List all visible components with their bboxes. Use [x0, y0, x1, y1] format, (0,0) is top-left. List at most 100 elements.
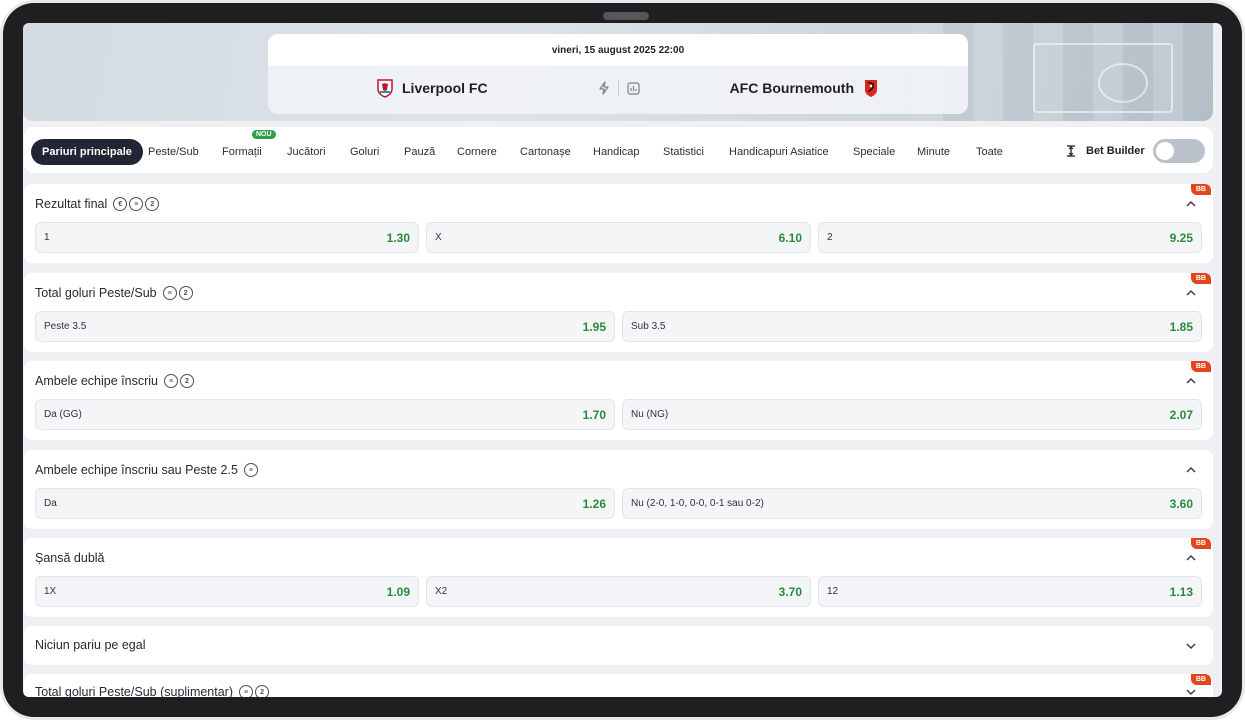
tab-pauza[interactable]: Pauză	[404, 139, 435, 165]
match-date: vineri, 15 august 2025 22:00	[268, 34, 968, 66]
tab-cornere[interactable]: Cornere	[457, 139, 497, 165]
tab-handicap[interactable]: Handicap	[593, 139, 639, 165]
home-team-name: Liverpool FC	[402, 80, 488, 96]
odd-label: 1	[44, 232, 50, 243]
market-niciun-pariu-pe-egal[interactable]: Niciun pariu pe egal	[24, 626, 1213, 665]
market-header[interactable]: Total goluri Peste/Sub ≡ 2	[35, 286, 193, 300]
lightning-icon[interactable]	[598, 81, 610, 95]
odd-value: 1.26	[582, 496, 606, 511]
market-title: Total goluri Peste/Sub	[35, 286, 157, 300]
odd-button[interactable]: Da 1.26	[35, 488, 615, 519]
market-header[interactable]: Rezultat final € ≡ 2	[35, 197, 160, 211]
chevron-up-icon[interactable]	[1185, 375, 1197, 387]
toggle-knob	[1155, 142, 1174, 160]
market-title: Total goluri Peste/Sub (suplimentar)	[35, 685, 234, 697]
bet-builder-badge: BB	[1190, 184, 1211, 195]
chevron-up-icon[interactable]	[1185, 287, 1197, 299]
odd-button[interactable]: X2 3.70	[426, 576, 811, 607]
tab-minute[interactable]: Minute	[917, 139, 950, 165]
odd-button[interactable]: Sub 3.5 1.85	[622, 311, 1202, 342]
odd-button[interactable]: 1 1.30	[35, 222, 419, 253]
odd-button[interactable]: Nu (NG) 2.07	[622, 399, 1202, 430]
market-ambele-sau-peste: Ambele echipe înscriu sau Peste 2.5 ≡ Da…	[24, 450, 1213, 529]
bet-builder-badge: BB	[1190, 674, 1211, 685]
chevron-down-icon[interactable]	[1185, 640, 1197, 652]
market-header[interactable]: Ambele echipe înscriu sau Peste 2.5 ≡	[35, 463, 258, 477]
odd-button[interactable]: Da (GG) 1.70	[35, 399, 615, 430]
market-title: Ambele echipe înscriu	[35, 374, 158, 388]
market-title: Ambele echipe înscriu sau Peste 2.5	[35, 463, 238, 477]
odd-button[interactable]: Peste 3.5 1.95	[35, 311, 615, 342]
market-total-goluri: BB Total goluri Peste/Sub ≡ 2 Peste 3.5 …	[24, 273, 1213, 352]
bet-builder-badge: BB	[1190, 273, 1211, 284]
market-header[interactable]: Ambele echipe înscriu ≡ 2	[35, 374, 194, 388]
speaker-grille	[603, 12, 649, 20]
chevron-up-icon[interactable]	[1185, 464, 1197, 476]
odd-label: 12	[827, 586, 839, 597]
tab-pariuri-principale[interactable]: Pariuri principale	[31, 139, 143, 165]
odd-label: X	[435, 232, 442, 243]
two-up-icon: 2	[178, 286, 193, 300]
odd-value: 1.85	[1169, 319, 1193, 334]
odd-button[interactable]: 2 9.25	[818, 222, 1202, 253]
tab-jucatori[interactable]: Jucători	[287, 139, 326, 165]
tab-speciale[interactable]: Speciale	[853, 139, 895, 165]
bet-builder-label: Bet Builder	[1086, 145, 1145, 157]
odd-label: Nu (2-0, 1-0, 0-0, 0-1 sau 0-2)	[631, 498, 764, 509]
odd-value: 3.60	[1169, 496, 1193, 511]
chevron-up-icon[interactable]	[1185, 552, 1197, 564]
tab-statistici[interactable]: Statistici	[663, 139, 704, 165]
odd-button[interactable]: Nu (2-0, 1-0, 0-0, 0-1 sau 0-2) 3.60	[622, 488, 1202, 519]
odd-label: Da (GG)	[44, 409, 82, 420]
divider	[618, 81, 619, 95]
odd-value: 1.09	[386, 584, 410, 599]
odd-label: Peste 3.5	[44, 321, 87, 332]
new-badge: NOU	[252, 130, 276, 139]
chevron-down-icon[interactable]	[1185, 686, 1197, 697]
away-team-name: AFC Bournemouth	[729, 80, 854, 96]
tab-cartonase[interactable]: Cartonașe	[520, 139, 571, 165]
market-header: Total goluri Peste/Sub (suplimentar) ≡ 2	[35, 685, 270, 697]
chevron-up-icon[interactable]	[1185, 198, 1197, 210]
bet-builder-toggle[interactable]	[1152, 139, 1205, 163]
odd-value: 1.13	[1169, 584, 1193, 599]
odd-value: 9.25	[1169, 230, 1193, 245]
bet-builder-badge: BB	[1190, 538, 1211, 549]
away-team[interactable]: AFC Bournemouth	[730, 78, 880, 98]
odd-button[interactable]: 1X 1.09	[35, 576, 419, 607]
tab-formatii[interactable]: NOU Formații	[222, 130, 276, 165]
match-card: vineri, 15 august 2025 22:00 Liverpool F…	[268, 34, 968, 114]
bet-builder-control: Bet Builder	[1064, 139, 1205, 163]
two-up-icon: 2	[255, 685, 270, 697]
screen: vineri, 15 august 2025 22:00 Liverpool F…	[23, 23, 1222, 697]
odd-value: 1.70	[582, 407, 606, 422]
market-ambele-echipe: BB Ambele echipe înscriu ≡ 2 Da (GG) 1.7…	[24, 361, 1213, 440]
stats-chart-icon[interactable]	[627, 81, 640, 95]
market-sansa-dubla: BB Șansă dublă 1X 1.09 X2 3.70 12 1.13	[24, 538, 1213, 617]
odd-label: Da	[44, 498, 57, 509]
bournemouth-crest-icon	[865, 80, 877, 97]
bet-builder-icon	[1067, 145, 1075, 157]
bet-builder-badge: BB	[1190, 361, 1211, 372]
boost-icon: ≡	[129, 197, 144, 211]
liverpool-crest-icon	[377, 79, 393, 98]
tab-toate[interactable]: Toate	[976, 139, 1003, 165]
match-hero: vineri, 15 august 2025 22:00 Liverpool F…	[23, 23, 1213, 121]
home-team[interactable]: Liverpool FC	[376, 78, 488, 98]
tab-peste-sub[interactable]: Peste/Sub	[148, 139, 199, 165]
tab-handicapuri-asiatice[interactable]: Handicapuri Asiatice	[729, 139, 829, 165]
odd-value: 6.10	[778, 230, 802, 245]
odd-value: 1.30	[386, 230, 410, 245]
tab-goluri[interactable]: Goluri	[350, 139, 379, 165]
boost-icon: ≡	[162, 286, 177, 300]
boost-icon: ≡	[243, 463, 258, 477]
cash-out-icon: €	[113, 197, 128, 211]
two-up-icon: 2	[145, 197, 160, 211]
odd-button[interactable]: X 6.10	[426, 222, 811, 253]
odd-label: 2	[827, 232, 833, 243]
market-header[interactable]: Șansă dublă	[35, 551, 105, 565]
odd-label: Nu (NG)	[631, 409, 669, 420]
odd-button[interactable]: 12 1.13	[818, 576, 1202, 607]
odd-label: Sub 3.5	[631, 321, 666, 332]
market-total-goluri-suplimentar[interactable]: BB Total goluri Peste/Sub (suplimentar) …	[24, 674, 1213, 697]
